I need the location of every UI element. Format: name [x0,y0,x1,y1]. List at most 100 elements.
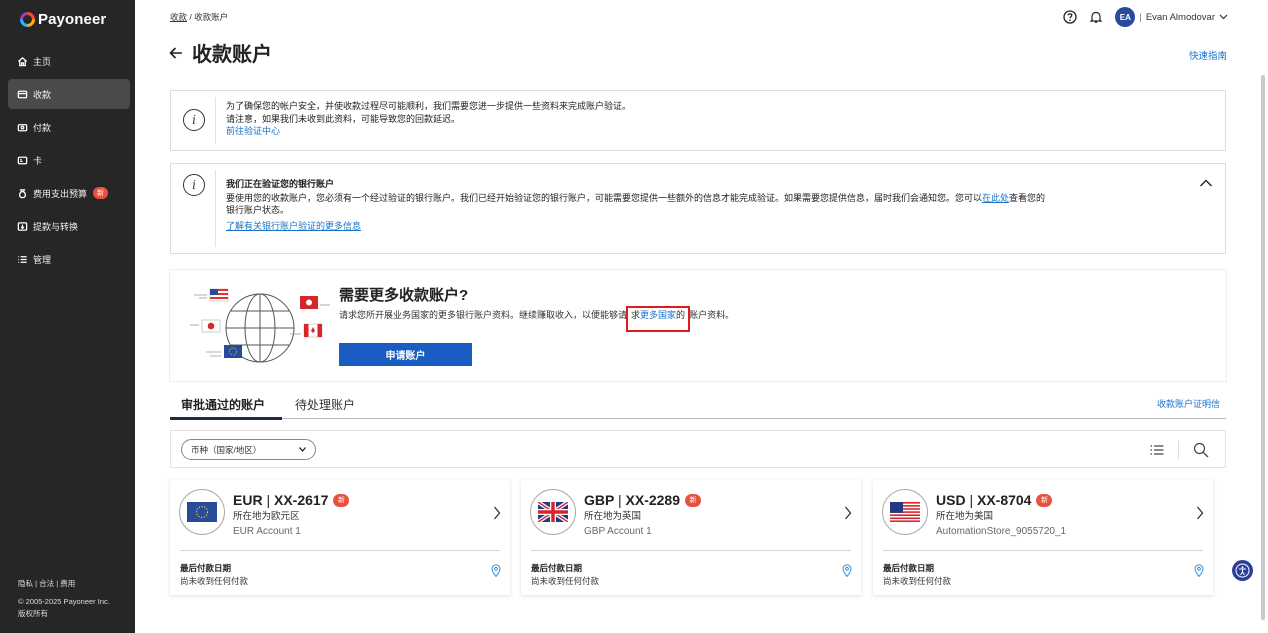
bell-icon[interactable] [1089,10,1103,24]
last-payment-label: 最后付款日期 [531,563,583,573]
card-icon [17,156,28,164]
account-location: 所在地为美国 [936,511,994,522]
account-title: EUR | XX-2617 新 [233,492,350,508]
chevron-right-icon[interactable] [1196,506,1204,520]
user-name: Evan Almodovar [1145,11,1215,23]
account-location: 所在地为欧元区 [233,511,300,522]
list-view-icon[interactable] [1150,444,1164,456]
sidebar: Payoneer 主页 收款 付款 卡 费用支出预算 新 提款与转换 管理 隐私… [0,0,135,633]
ca-flag-icon [290,323,323,338]
bank-verification-learn-more-link[interactable]: 了解有关银行账户验证的更多信息 [226,220,1196,233]
highlight-box: 求更多国家的 [626,306,691,332]
logo-ring-icon [20,11,35,27]
sidebar-item-receive[interactable]: 收款 [8,79,130,109]
us-flag-icon [194,288,229,302]
privacy-link[interactable]: 隐私 [18,579,33,588]
logo-text: Payoneer [38,10,107,28]
more-accounts-promo: 需要更多收款账户? 请求您所开展业务国家的更多银行账户资料。继续赚取收入，以便能… [170,270,1226,381]
accessibility-icon [1235,563,1250,578]
divider [883,550,1203,551]
account-location: 所在地为英国 [584,511,642,522]
bank-notice-body-post: 查看您的 [1009,192,1046,203]
flag-circle [882,489,928,535]
bank-notice-title: 我们正在验证您的银行账户 [226,179,335,189]
here-link[interactable]: 在此处 [982,193,1009,203]
account-title: USD | XX-8704 新 [936,492,1053,508]
filter-bar: 币种（国家/地区） [170,430,1226,468]
chevron-down-icon [299,447,306,452]
last-payment-value: 尚未收到任何付款 [883,576,952,586]
sidebar-item-home[interactable]: 主页 [8,46,130,76]
apply-account-button[interactable]: 申请账户 [339,343,472,366]
receive-icon [17,90,28,98]
new-badge: 新 [93,187,109,199]
flag-circle [530,489,576,535]
chevron-down-icon [1219,14,1228,20]
account-card-gbp[interactable]: GBP | XX-2289 新 所在地为英国 GBP Account 1 最后付… [521,480,861,595]
tab-approved[interactable]: 审批通过的账户 [181,396,265,413]
chevron-right-icon[interactable] [493,506,501,520]
title-sep: | [969,492,974,508]
eu-flag-icon [187,502,217,522]
breadcrumb-receive[interactable]: 收款 [170,12,187,22]
breadcrumb-current: 收款账户 [194,12,229,22]
fees-link[interactable]: 费用 [60,579,75,588]
bank-notice-body: 要使用您的收款账户，您必须有一个经过验证的银行账户。我们已经开始验证您的银行账户… [226,192,983,203]
help-icon[interactable] [1063,10,1077,24]
account-name: AutomationStore_9055720_1 [936,526,1067,537]
account-name: EUR Account 1 [233,526,301,537]
sidebar-item-manage[interactable]: 管理 [8,244,130,274]
account-currency: USD [936,492,966,508]
title-sep: | [617,492,622,508]
scrollbar[interactable] [1261,75,1265,620]
new-badge: 新 [1036,493,1053,507]
sidebar-item-withdraw[interactable]: 提款与转换 [8,211,130,241]
sidebar-nav: 主页 收款 付款 卡 费用支出预算 新 提款与转换 管理 [8,46,130,277]
account-card-usd[interactable]: USD | XX-8704 新 所在地为美国 AutomationStore_9… [873,480,1213,595]
currency-select[interactable]: 币种（国家/地区） [181,439,316,460]
last-payment-value: 尚未收到任何付款 [180,576,249,586]
account-number: XX-2617 [273,492,329,508]
user-menu[interactable]: EA | Evan Almodovar [1115,7,1228,27]
sidebar-item-card[interactable]: 卡 [8,145,130,175]
us-flag-icon [890,502,920,522]
location-pin-icon [842,564,852,577]
notice-line-2: 请注意，如果我们未收到此资料，可能导致您的回款延迟。 [226,113,461,124]
search-icon[interactable] [1193,442,1209,458]
certificate-link[interactable]: 收款账户证明信 [1157,397,1220,410]
legal-link[interactable]: 合法 [39,579,54,588]
sidebar-item-label: 收款 [33,89,52,100]
new-badge: 新 [333,493,350,507]
more-countries-link[interactable]: 更多国家 [640,310,676,320]
payoneer-logo[interactable]: Payoneer [20,10,106,28]
account-number: XX-8704 [976,492,1032,508]
last-payment-label: 最后付款日期 [180,563,232,573]
promo-desc-text: 请求您所开展业务国家的更多银行账户资料。继续赚取收入，以便能够请 [339,310,628,320]
sidebar-item-label: 主页 [33,56,52,67]
sidebar-item-budget[interactable]: 费用支出预算 新 [8,178,130,208]
chevron-up-icon[interactable] [1199,178,1213,188]
account-title: GBP | XX-2289 新 [584,492,701,508]
accessibility-button[interactable] [1232,560,1253,581]
bank-verification-notice: i 我们正在验证您的银行账户 要使用您的收款账户，您必须有一个经过验证的银行账户… [170,163,1226,254]
promo-desc-text-3: 的 [676,310,686,320]
withdraw-icon [17,221,28,231]
user-sep: | [1139,11,1142,23]
chevron-right-icon[interactable] [844,506,852,520]
page-title-row: 收款账户 [168,38,272,67]
promo-title: 需要更多收款账户? [339,287,469,304]
hk-flag-icon [300,296,330,309]
promo-desc-post: 账户资料。 [689,310,735,320]
payment-icon [17,123,28,131]
promo-desc-text-2: 求 [631,310,641,320]
divider [215,97,216,144]
last-payment-value: 尚未收到任何付款 [531,576,600,586]
sidebar-item-pay[interactable]: 付款 [8,112,130,142]
separator [1178,441,1179,459]
avatar: EA [1115,7,1136,27]
back-arrow-icon[interactable] [168,45,184,61]
account-card-eur[interactable]: EUR | XX-2617 新 所在地为欧元区 EUR Account 1 最后… [170,480,510,595]
tab-pending[interactable]: 待处理账户 [295,396,355,413]
quick-guide-link[interactable]: 快速指南 [1189,48,1227,62]
verification-center-link[interactable]: 前往验证中心 [226,125,631,138]
